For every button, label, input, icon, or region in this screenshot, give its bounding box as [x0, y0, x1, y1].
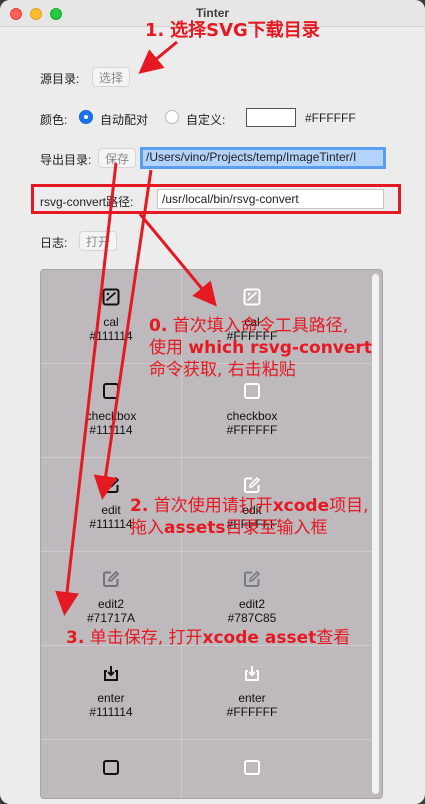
annotation-arrows [55, 40, 217, 616]
app-window: Tinter 源目录: 选择 颜色: 自动配对 自定义: #FFFFFF 导出目… [0, 0, 425, 804]
arrow-to-rsvg-field [138, 213, 217, 307]
arrow-to-choose [138, 40, 178, 74]
annotation-step-2: 2. 首次使用请打开xcode项目, 拖入assets目录至输入框 [130, 496, 369, 538]
arrow-from-save [55, 162, 118, 616]
annotation-step-1: 1. 选择SVG下载目录 [145, 20, 320, 41]
annotation-step-0: 0. 首次填入命令工具路径, 使用 which rsvg-convert 命令获… [149, 316, 372, 380]
annotation-step-3: 3. 单击保存, 打开xcode asset查看 [66, 628, 351, 648]
